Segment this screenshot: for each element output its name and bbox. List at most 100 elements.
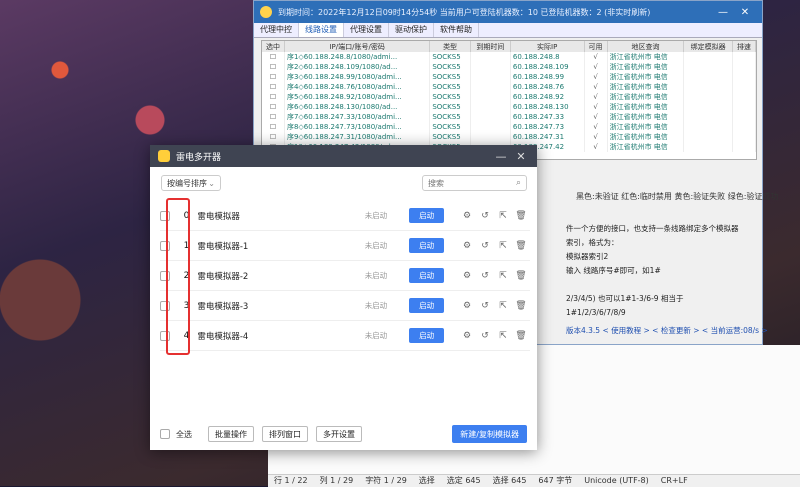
cell-expire	[470, 122, 511, 132]
row-checkbox[interactable]: ☐	[262, 82, 285, 92]
table-row[interactable]: ☐ 序5◇60.188.248.92/1080/admi... SOCKS5 60.1…	[262, 92, 756, 102]
instance-row[interactable]: 4 雷电模拟器-4 未启动 启动 ⚙ ↺ ⇱ 🗑	[160, 321, 530, 351]
sort-dropdown[interactable]: 按编号排序 ⌄	[161, 175, 221, 191]
new-copy-emulator-button[interactable]: 新建/复制模拟器	[452, 425, 527, 443]
settings-icon[interactable]: ⚙	[458, 271, 476, 281]
cell-bind	[683, 112, 733, 122]
cell-bind	[683, 72, 733, 82]
proxy-footer-links[interactable]: 版本4.3.5 < 使用教程 > < 检查更新 > < 当前运营:08/s >	[566, 325, 768, 336]
cell-region: 浙江省杭州市 电信	[607, 122, 685, 132]
table-row[interactable]: ☐ 序4◇60.188.248.76/1080/admi... SOCKS5 60.1…	[262, 82, 756, 92]
cell-bind	[683, 122, 733, 132]
app-logo-icon	[260, 6, 272, 18]
settings-icon[interactable]: ⚙	[458, 241, 476, 251]
row-checkbox[interactable]: ☐	[262, 112, 285, 122]
table-row[interactable]: ☐ 序8◇60.188.247.73/1080/admi... SOCKS5 60.1…	[262, 122, 756, 132]
settings-icon[interactable]: ⚙	[458, 301, 476, 311]
cell-expire	[470, 102, 511, 112]
close-icon[interactable]: ✕	[511, 150, 531, 163]
instance-state: 未启动	[364, 211, 388, 220]
table-row[interactable]: ☐ 序7◇60.188.247.33/1080/admi... SOCKS5 60.1…	[262, 112, 756, 122]
cell-speed	[732, 82, 756, 92]
proxy-lines-table[interactable]: 选中 IP/端口/账号/密码 类型 到期时间 实际IP 可用 地区查询 绑定模拟…	[261, 40, 757, 160]
col-select: 选中	[262, 41, 285, 52]
search-input[interactable]	[428, 178, 508, 188]
instance-row[interactable]: 1 雷电模拟器-1 未启动 启动 ⚙ ↺ ⇱ 🗑	[160, 231, 530, 261]
select-all-checkbox[interactable]	[160, 429, 170, 439]
cell-region: 浙江省杭州市 电信	[607, 102, 685, 112]
batch-operation-button[interactable]: 批量操作	[208, 426, 254, 442]
start-button[interactable]: 启动	[409, 328, 444, 343]
settings-icon[interactable]: ⚙	[458, 211, 476, 221]
restore-icon[interactable]: ↺	[476, 241, 494, 251]
close-icon[interactable]: ✕	[734, 7, 756, 18]
cell-real-ip: 60.188.248.130	[510, 102, 585, 112]
table-row[interactable]: ☐ 序6◇60.188.248.130/1080/ad... SOCKS5 60.18…	[262, 102, 756, 112]
start-button[interactable]: 启动	[409, 268, 444, 283]
minimize-icon[interactable]: —	[712, 7, 734, 18]
cell-ip: 序4◇60.188.248.76/1080/admi...	[284, 82, 431, 92]
start-button[interactable]: 启动	[409, 238, 444, 253]
tab-proxy-control[interactable]: 代理中控	[254, 23, 299, 37]
cell-ip: 序7◇60.188.247.33/1080/admi...	[284, 112, 431, 122]
note-line	[566, 278, 741, 292]
tab-proxy-settings[interactable]: 代理设置	[344, 23, 389, 37]
instance-row[interactable]: 3 雷电模拟器-3 未启动 启动 ⚙ ↺ ⇱ 🗑	[160, 291, 530, 321]
proxy-tabs: 代理中控 线路设置 代理设置 驱动保护 软件帮助	[254, 23, 762, 38]
status-field: 选择 645	[492, 476, 527, 485]
cell-available: √	[584, 62, 608, 72]
row-checkbox[interactable]: ☐	[262, 52, 285, 62]
restore-icon[interactable]: ↺	[476, 301, 494, 311]
settings-icon[interactable]: ⚙	[458, 331, 476, 341]
instance-row[interactable]: 2 雷电模拟器-2 未启动 启动 ⚙ ↺ ⇱ 🗑	[160, 261, 530, 291]
tab-help[interactable]: 软件帮助	[434, 23, 479, 37]
restore-icon[interactable]: ↺	[476, 331, 494, 341]
delete-icon[interactable]: 🗑	[512, 301, 530, 311]
cell-real-ip: 60.188.247.73	[510, 122, 585, 132]
cell-speed	[732, 112, 756, 122]
shortcut-icon[interactable]: ⇱	[494, 271, 512, 281]
table-row[interactable]: ☐ 序1◇60.188.248.8/1080/admi... SOCKS5 60.18…	[262, 52, 756, 62]
delete-icon[interactable]: 🗑	[512, 271, 530, 281]
table-row[interactable]: ☐ 序2◇60.188.248.109/1080/ad... SOCKS5 60.18…	[262, 62, 756, 72]
row-checkbox[interactable]: ☐	[262, 72, 285, 82]
start-button[interactable]: 启动	[409, 298, 444, 313]
cell-available: √	[584, 122, 608, 132]
row-checkbox[interactable]: ☐	[262, 62, 285, 72]
cell-real-ip: 60.188.248.99	[510, 72, 585, 82]
delete-icon[interactable]: 🗑	[512, 211, 530, 221]
shortcut-icon[interactable]: ⇱	[494, 301, 512, 311]
delete-icon[interactable]: 🗑	[512, 241, 530, 251]
instance-row[interactable]: 0 雷电模拟器 未启动 启动 ⚙ ↺ ⇱ 🗑	[160, 201, 530, 231]
cell-region: 浙江省杭州市 电信	[607, 82, 685, 92]
cell-available: √	[584, 92, 608, 102]
table-row[interactable]: ☐ 序3◇60.188.248.99/1080/admi... SOCKS5 60.1…	[262, 72, 756, 82]
minimize-icon[interactable]: —	[491, 150, 511, 163]
cell-region: 浙江省杭州市 电信	[607, 132, 685, 142]
multi-settings-button[interactable]: 多开设置	[316, 426, 362, 442]
search-box[interactable]: ⌕	[422, 175, 527, 191]
col-available: 可用	[584, 41, 608, 52]
cell-speed	[732, 92, 756, 102]
row-checkbox[interactable]: ☐	[262, 122, 285, 132]
cell-real-ip: 60.188.247.31	[510, 132, 585, 142]
search-icon[interactable]: ⌕	[516, 178, 521, 188]
table-row[interactable]: ☐ 序9◇60.188.247.31/1080/admi... SOCKS5 60.1…	[262, 132, 756, 142]
tab-line-settings[interactable]: 线路设置	[299, 23, 344, 37]
shortcut-icon[interactable]: ⇱	[494, 331, 512, 341]
delete-icon[interactable]: 🗑	[512, 331, 530, 341]
restore-icon[interactable]: ↺	[476, 211, 494, 221]
row-checkbox[interactable]: ☐	[262, 102, 285, 112]
shortcut-icon[interactable]: ⇱	[494, 241, 512, 251]
row-checkbox[interactable]: ☐	[262, 132, 285, 142]
arrange-windows-button[interactable]: 排列窗口	[262, 426, 308, 442]
col-ip: IP/端口/账号/密码	[284, 41, 431, 52]
row-checkbox[interactable]: ☐	[262, 92, 285, 102]
shortcut-icon[interactable]: ⇱	[494, 211, 512, 221]
cell-bind	[683, 82, 733, 92]
cell-bind	[683, 62, 733, 72]
tab-driver-protect[interactable]: 驱动保护	[389, 23, 434, 37]
start-button[interactable]: 启动	[409, 208, 444, 223]
restore-icon[interactable]: ↺	[476, 271, 494, 281]
instance-state: 未启动	[364, 241, 388, 250]
